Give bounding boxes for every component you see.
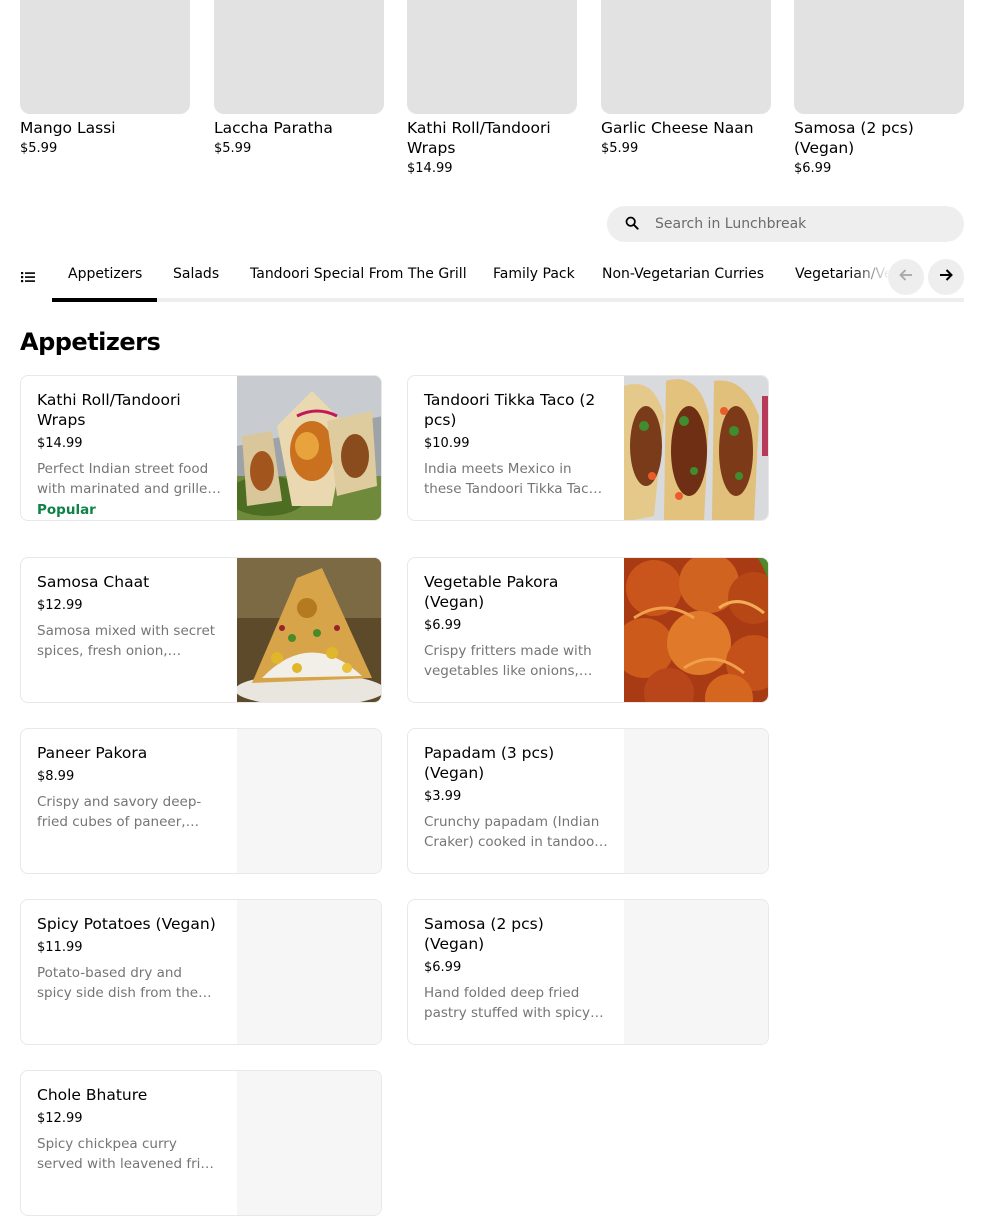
carousel-card[interactable]: Kathi Roll/Tandoori Wraps $14.99 bbox=[407, 0, 577, 178]
menu-item-price: $6.99 bbox=[424, 960, 462, 975]
tab-non-vegetarian-curries[interactable]: Non-Vegetarian Curries bbox=[602, 265, 764, 283]
menu-item-description: Samosa mixed with secret spices, fresh o… bbox=[37, 623, 216, 659]
menu-item-price: $12.99 bbox=[37, 1111, 83, 1126]
menu-item-card[interactable]: Samosa (2 pcs) (Vegan) $6.99 Hand folded… bbox=[407, 899, 769, 1045]
tab-appetizers[interactable]: Appetizers bbox=[68, 265, 142, 283]
carousel-item-name: Laccha Paratha bbox=[214, 119, 333, 137]
menu-item-card[interactable]: Tandoori Tikka Taco (2 pcs) $10.99 India… bbox=[407, 375, 769, 521]
menu-item-photo bbox=[237, 558, 381, 702]
list-icon[interactable] bbox=[20, 269, 36, 285]
menu-item-card[interactable]: Paneer Pakora $8.99 Crispy and savory de… bbox=[20, 728, 382, 874]
menu-item-photo-placeholder bbox=[237, 900, 381, 1044]
menu-item-name: Papadam (3 pcs) (Vegan) bbox=[424, 744, 555, 782]
popular-badge: Popular bbox=[37, 502, 96, 518]
scroll-left-button[interactable] bbox=[888, 259, 924, 295]
menu-item-description: Hand folded deep fried pastry stuffed wi… bbox=[424, 985, 591, 1021]
search-input[interactable] bbox=[655, 216, 935, 232]
menu-item-name: Vegetable Pakora (Vegan) bbox=[424, 573, 559, 611]
menu-item-name: Kathi Roll/Tandoori Wraps bbox=[37, 391, 181, 429]
menu-item-photo-placeholder bbox=[237, 1071, 381, 1215]
menu-item-description: Crispy fritters made with vegetables lik… bbox=[424, 643, 592, 679]
tab-family-pack[interactable]: Family Pack bbox=[493, 265, 575, 283]
menu-item-name: Paneer Pakora bbox=[37, 744, 148, 762]
carousel-item-price: $5.99 bbox=[601, 141, 639, 156]
active-tab-indicator bbox=[52, 298, 157, 302]
scroll-right-button[interactable] bbox=[928, 259, 964, 295]
menu-item-photo bbox=[624, 376, 768, 520]
item-image-placeholder bbox=[20, 0, 190, 114]
menu-item-description: India meets Mexico in these Tandoori Tik… bbox=[424, 461, 604, 497]
menu-item-photo bbox=[237, 376, 381, 520]
tabs-fade bbox=[850, 250, 890, 298]
menu-item-price: $12.99 bbox=[37, 598, 83, 613]
carousel-item-price: $6.99 bbox=[794, 161, 832, 176]
carousel-card[interactable]: Samosa (2 pcs) (Vegan) $6.99 bbox=[794, 0, 964, 178]
menu-item-card[interactable]: Samosa Chaat $12.99 Samosa mixed with se… bbox=[20, 557, 382, 703]
menu-item-card[interactable]: Spicy Potatoes (Vegan) $11.99 Potato-bas… bbox=[20, 899, 382, 1045]
menu-item-photo bbox=[624, 558, 768, 702]
menu-item-name: Spicy Potatoes (Vegan) bbox=[37, 915, 216, 933]
menu-item-photo-placeholder bbox=[624, 900, 768, 1044]
item-image-placeholder bbox=[407, 0, 577, 114]
menu-item-name: Samosa Chaat bbox=[37, 573, 150, 591]
category-tabs: Appetizers Salads Tandoori Special From … bbox=[52, 250, 890, 298]
carousel-item-name: Garlic Cheese Naan bbox=[601, 119, 754, 137]
carousel-card[interactable]: Laccha Paratha $5.99 bbox=[214, 0, 384, 158]
menu-item-photo-placeholder bbox=[237, 729, 381, 873]
arrow-right-icon bbox=[938, 267, 954, 287]
carousel-item-price: $5.99 bbox=[20, 141, 58, 156]
arrow-left-icon bbox=[898, 267, 914, 287]
menu-item-price: $6.99 bbox=[424, 618, 462, 633]
tabs-rail bbox=[52, 298, 964, 302]
menu-item-price: $3.99 bbox=[424, 789, 462, 804]
menu-item-description: Crunchy papadam (Indian Craker) cooked i… bbox=[424, 814, 600, 850]
item-image-placeholder bbox=[794, 0, 964, 114]
menu-item-price: $11.99 bbox=[37, 940, 83, 955]
menu-item-description: Perfect Indian street food with marinate… bbox=[37, 461, 216, 497]
carousel-card[interactable]: Mango Lassi $5.99 bbox=[20, 0, 190, 158]
item-image-placeholder bbox=[214, 0, 384, 114]
tab-salads[interactable]: Salads bbox=[173, 265, 219, 283]
carousel-item-name: Kathi Roll/Tandoori Wraps bbox=[407, 119, 551, 157]
carousel-item-name: Mango Lassi bbox=[20, 119, 116, 137]
carousel-item-name: Samosa (2 pcs) (Vegan) bbox=[794, 119, 914, 157]
carousel-card[interactable]: Garlic Cheese Naan $5.99 bbox=[601, 0, 771, 158]
menu-item-card[interactable]: Kathi Roll/Tandoori Wraps $14.99 Perfect… bbox=[20, 375, 382, 521]
carousel-item-price: $5.99 bbox=[214, 141, 252, 156]
menu-item-card[interactable]: Chole Bhature $12.99 Spicy chickpea curr… bbox=[20, 1070, 382, 1216]
menu-item-name: Samosa (2 pcs) (Vegan) bbox=[424, 915, 544, 953]
recommended-carousel: Mango Lassi $5.99 Laccha Paratha $5.99 K… bbox=[20, 0, 964, 185]
menu-item-photo-placeholder bbox=[624, 729, 768, 873]
search-icon bbox=[625, 215, 639, 234]
section-title: Appetizers bbox=[20, 328, 161, 356]
item-image-placeholder bbox=[601, 0, 771, 114]
menu-item-card[interactable]: Vegetable Pakora (Vegan) $6.99 Crispy fr… bbox=[407, 557, 769, 703]
menu-item-price: $8.99 bbox=[37, 769, 75, 784]
menu-item-description: Potato-based dry and spicy side dish fro… bbox=[37, 965, 199, 1001]
menu-item-description: Crispy and savory deep-fried cubes of pa… bbox=[37, 794, 202, 830]
menu-item-description: Spicy chickpea curry served with leavene… bbox=[37, 1136, 218, 1172]
menu-item-card[interactable]: Papadam (3 pcs) (Vegan) $3.99 Crunchy pa… bbox=[407, 728, 769, 874]
menu-item-name: Chole Bhature bbox=[37, 1086, 148, 1104]
menu-search[interactable] bbox=[607, 206, 964, 242]
menu-item-name: Tandoori Tikka Taco (2 pcs) bbox=[424, 391, 596, 429]
carousel-item-price: $14.99 bbox=[407, 161, 453, 176]
tab-tandoori-special[interactable]: Tandoori Special From The Grill bbox=[250, 265, 467, 283]
menu-item-price: $10.99 bbox=[424, 436, 470, 451]
category-nav: Appetizers Salads Tandoori Special From … bbox=[20, 250, 964, 304]
menu-item-price: $14.99 bbox=[37, 436, 83, 451]
